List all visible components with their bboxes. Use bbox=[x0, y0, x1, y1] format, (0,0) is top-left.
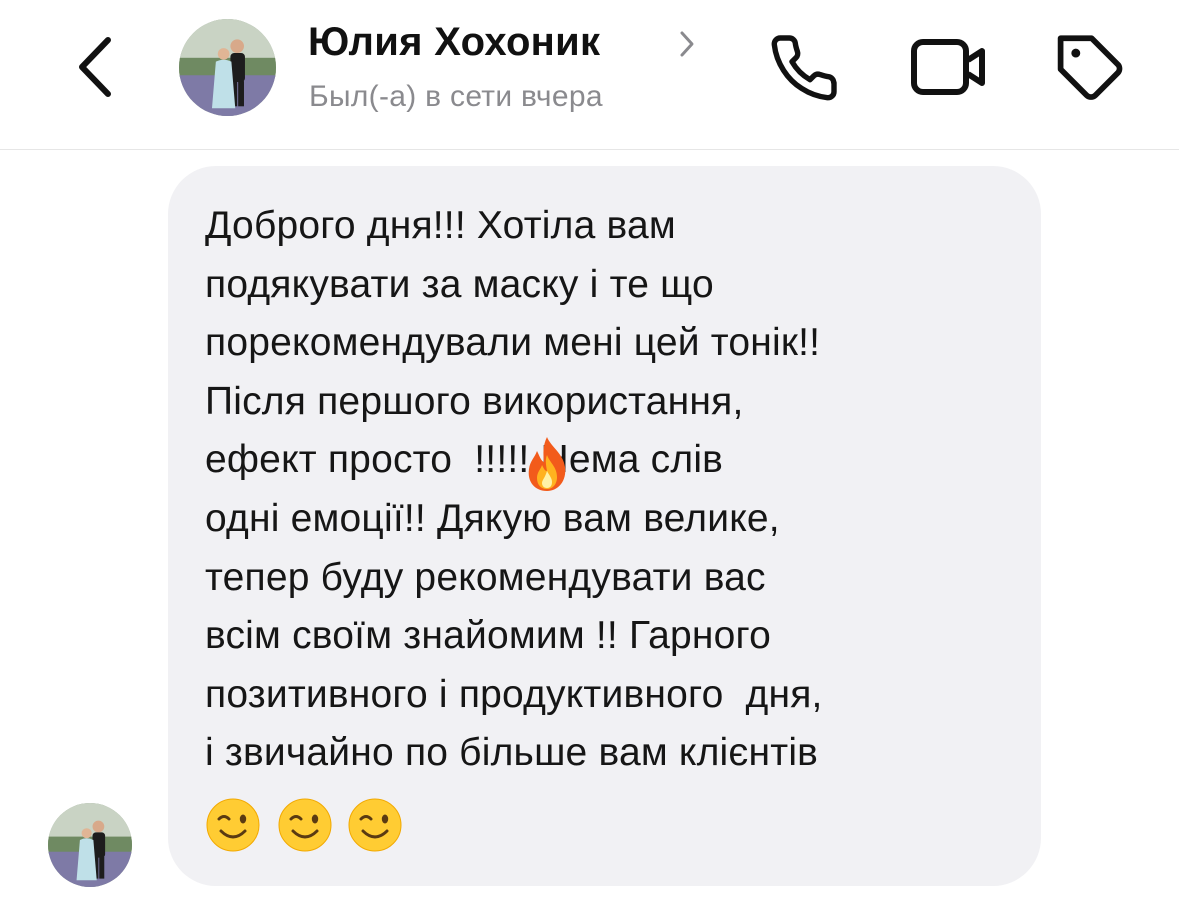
chevron-right-icon bbox=[680, 31, 694, 57]
message-text-part-2: !!!!! Нема слів одні емоції!! Дякую вам … bbox=[205, 438, 823, 775]
winking-face-icon bbox=[348, 798, 402, 852]
fire-emoji bbox=[521, 435, 573, 493]
contact-avatar[interactable] bbox=[179, 19, 276, 116]
avatar-photo bbox=[179, 19, 276, 116]
phone-icon bbox=[771, 35, 837, 101]
audio-call-button[interactable] bbox=[768, 32, 840, 104]
tag-button[interactable] bbox=[1053, 30, 1129, 106]
tag-icon bbox=[1057, 35, 1123, 100]
contact-name[interactable]: Юлия Хохоник bbox=[308, 20, 600, 65]
back-button[interactable] bbox=[66, 30, 126, 104]
video-camera-icon bbox=[911, 39, 985, 95]
message-text: Доброго дня!!! Хотіла вам подякувати за … bbox=[205, 197, 1025, 783]
winking-face-icon bbox=[278, 798, 332, 852]
wink-emoji bbox=[205, 797, 261, 853]
chat-header: Юлия Хохоник Был(-а) в сети вчера bbox=[0, 0, 1179, 150]
video-call-button[interactable] bbox=[908, 34, 988, 100]
chevron-left-icon bbox=[79, 37, 111, 97]
contact-info-button[interactable] bbox=[676, 28, 698, 60]
fire-icon bbox=[528, 437, 566, 491]
avatar-photo bbox=[48, 803, 132, 887]
sender-avatar[interactable] bbox=[48, 803, 132, 887]
wink-emoji bbox=[277, 797, 333, 853]
wink-emoji bbox=[347, 797, 403, 853]
last-seen-status: Был(-а) в сети вчера bbox=[309, 80, 603, 113]
winking-face-icon bbox=[206, 798, 260, 852]
